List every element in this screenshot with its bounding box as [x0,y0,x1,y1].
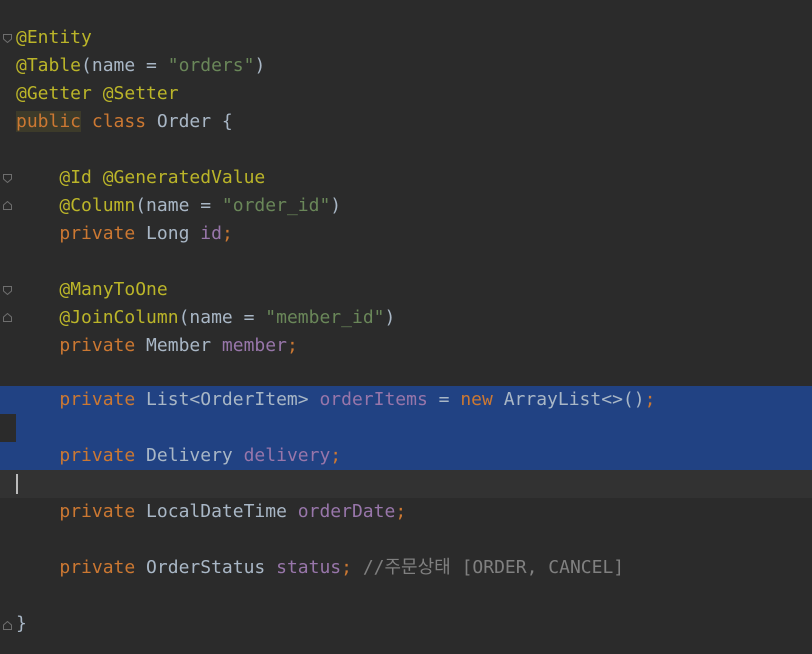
code-text: ) [384,307,396,328]
keyword: private [59,223,136,244]
annotation: @Column [59,195,136,216]
code-text: Order { [146,111,233,132]
field-name: orderDate [297,501,396,522]
keyword: private [59,557,136,578]
code-line-1[interactable]: @Entity [0,24,812,52]
field-name: status [276,557,342,578]
string-literal: "orders" [167,55,255,76]
code-line-2[interactable]: @Table(name = "orders") [0,52,812,80]
annotation: @ManyToOne [59,279,168,300]
annotation: @Entity [16,27,92,48]
text-caret [16,474,18,494]
semicolon: ; [286,335,298,356]
code-line-11[interactable]: @JoinColumn(name = "member_id") [0,304,812,332]
semicolon: ; [330,445,342,466]
code-text: = [427,389,461,410]
keyword: class [91,111,147,132]
code-line-7[interactable]: @Column(name = "order_id") [0,192,812,220]
field-name: id [200,223,222,244]
selection-empty-line[interactable] [16,414,812,442]
code-line-3[interactable]: @Getter @Setter [0,80,812,108]
code-line-18[interactable]: private LocalDateTime orderDate; [0,498,812,526]
field-name: delivery [243,445,331,466]
semicolon: ; [644,389,656,410]
code-line-10[interactable]: @ManyToOne [0,276,812,304]
code-line-6[interactable]: @Id @GeneratedValue [0,164,812,192]
annotation: @Id @GeneratedValue [59,167,266,188]
code-text: OrderStatus [135,557,277,578]
keyword: new [460,389,493,410]
code-line-8[interactable]: private Long id; [0,220,812,248]
code-line-12[interactable]: private Member member; [0,332,812,360]
code-line-14[interactable]: private List<OrderItem> orderItems = new… [0,386,812,414]
code-text: (name = [135,195,222,216]
annotation: @Getter @Setter [16,83,179,104]
keyword: private [59,389,136,410]
code-text: Member [135,335,222,356]
code-text: Delivery [135,445,244,466]
field-name: member [221,335,287,356]
semicolon: ; [221,223,233,244]
code-line-22[interactable]: } [0,610,812,638]
code-text: LocalDateTime [135,501,298,522]
code-text: ArrayList<>() [492,389,645,410]
semicolon: ; [395,501,407,522]
string-literal: "member_id" [265,307,385,328]
annotation: @Table [16,55,82,76]
closing-brace: } [16,613,27,634]
code-comment: //주문상태 [ORDER, CANCEL] [351,557,625,578]
code-editor[interactable]: @Entity @Table(name = "orders") @Getter … [0,0,812,654]
field-name: orderItems [319,389,428,410]
code-text: (name = [81,55,168,76]
code-text: Long [135,223,201,244]
keyword: public [16,111,82,132]
annotation: @JoinColumn [59,307,179,328]
code-line-16[interactable]: private Delivery delivery; [0,442,812,470]
keyword: private [59,501,136,522]
code-text: (name = [178,307,266,328]
keyword: private [59,335,136,356]
code-text: ) [330,195,342,216]
semicolon: ; [341,557,352,578]
code-text: List<OrderItem> [135,389,320,410]
code-line-17-current[interactable] [0,470,812,498]
code-line-20[interactable]: private OrderStatus status; //주문상태 [ORDE… [0,554,812,582]
keyword: private [59,445,136,466]
code-text: ) [254,55,266,76]
code-line-4[interactable]: public class Order { [0,108,812,136]
string-literal: "order_id" [221,195,331,216]
